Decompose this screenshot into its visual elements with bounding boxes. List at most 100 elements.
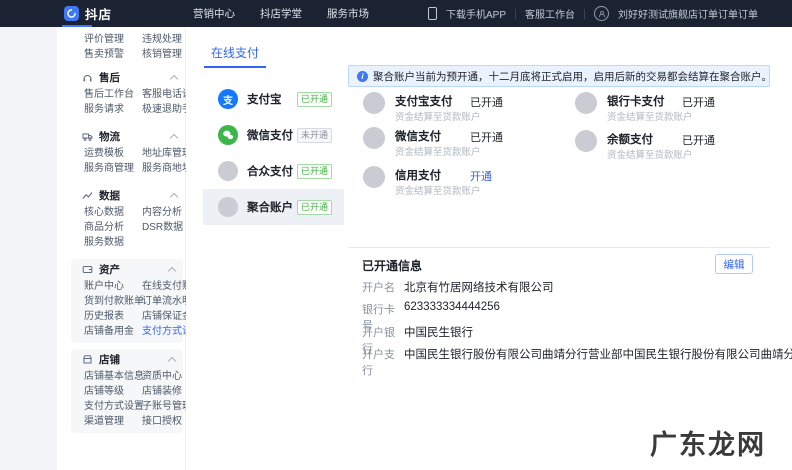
info-label: 开户名 — [362, 282, 395, 294]
top-navbar: 抖店 营销中心 抖店学堂 服务市场 下载手机APP 客服工作台 刘好好测试旗舰店… — [0, 0, 792, 27]
avatar — [594, 6, 609, 21]
method-row-aggregate-selected[interactable]: 聚合账户 已开通 — [203, 189, 344, 225]
section-divider — [348, 247, 770, 248]
method-name: 合众支付 — [247, 166, 293, 178]
channel-cell-balance: 余额支付 资金结算至货款账户 已开通 — [575, 130, 775, 162]
method-name: 聚合账户 — [247, 202, 293, 214]
nav-item-academy[interactable]: 抖店学堂 — [260, 6, 302, 21]
sidebar-item-fast-refund[interactable]: 极速退助手 — [142, 100, 192, 115]
channel-name: 银行卡支付 — [607, 96, 665, 108]
sidebar-item-sale-warning[interactable]: 售卖预警 — [84, 45, 142, 60]
status-badge: 已开通 — [297, 163, 333, 179]
sidebar-item-sub-account[interactable]: 子账号管理 — [142, 397, 192, 412]
info-icon: i — [357, 70, 368, 82]
method-row-wechat[interactable]: 微信支付 未开通 — [203, 117, 344, 153]
sidebar-item-qualification-center[interactable]: 资质中心 — [142, 367, 182, 382]
sidebar-item-content-analysis[interactable]: 内容分析 — [142, 203, 182, 218]
sidebar-item-violation[interactable]: 违规处理 — [142, 30, 182, 45]
brand-logo[interactable]: 抖店 — [64, 0, 112, 27]
sidebar-row: 支付方式设置 子账号管理 — [71, 397, 192, 412]
sidebar-item-cod-bill[interactable]: 货到付款账单 — [84, 292, 144, 307]
sidebar-item-product-analysis[interactable]: 商品分析 — [84, 218, 142, 233]
sidebar-item-shop-decoration[interactable]: 店铺装修 — [142, 382, 182, 397]
status-badge: 已开通 — [297, 91, 333, 107]
nav-item-marketing[interactable]: 营销中心 — [193, 6, 235, 21]
channel-cell-credit: 信用支付 资金结算至货款账户 开通 — [363, 166, 563, 198]
sidebar-item-account-center[interactable]: 账户中心 — [84, 277, 142, 292]
wechat-icon — [218, 125, 238, 145]
info-value: 中国民生银行 — [404, 327, 473, 339]
method-row-alipay[interactable]: 支 支付宝 已开通 — [203, 81, 344, 117]
sidebar-item-verify-manage[interactable]: 核销管理 — [142, 45, 182, 60]
hezhong-pay-icon — [218, 161, 238, 181]
section-title: 店铺 — [99, 353, 120, 366]
chevron-up-icon[interactable] — [169, 133, 179, 143]
sidebar-item-review-manage[interactable]: 评价管理 — [84, 30, 142, 45]
sidebar-row: 渠道管理 接口授权 — [71, 412, 183, 427]
data-icon — [82, 191, 93, 199]
channel-status: 已开通 — [470, 97, 503, 109]
status-badge: 未开通 — [297, 127, 333, 143]
chevron-up-icon[interactable] — [169, 74, 179, 84]
chevron-up-icon[interactable] — [167, 266, 177, 276]
sidebar-item-reserve-fund[interactable]: 店铺备用金 — [84, 322, 142, 337]
channel-desc: 资金结算至货款账户 — [607, 150, 693, 161]
sidebar-section-assets[interactable]: 资产 — [71, 261, 183, 277]
status-badge: 已开通 — [297, 199, 333, 215]
sidebar-item-dsr-data[interactable]: DSR数据 — [142, 218, 183, 233]
alipay-icon: 支 — [218, 89, 238, 109]
phone-icon — [427, 7, 437, 20]
download-app-link[interactable]: 下载手机APP — [446, 6, 506, 21]
sidebar-item-address-lib[interactable]: 地址库管理 — [142, 144, 192, 159]
account-name[interactable]: 刘好好测试旗舰店订单订单订单 — [618, 6, 758, 21]
sidebar-item-channel-manage[interactable]: 渠道管理 — [84, 412, 142, 427]
sidebar-row: 运费模板 地址库管理 — [57, 144, 192, 159]
sidebar-item-provider-manage[interactable]: 服务商管理 — [84, 159, 142, 174]
channel-name: 信用支付 — [395, 170, 441, 182]
section-title: 售后 — [99, 71, 120, 84]
channel-icon — [575, 130, 597, 152]
sidebar-item-provider-address[interactable]: 服务商地址 — [142, 159, 192, 174]
sidebar-item-shop-level[interactable]: 店铺等级 — [84, 382, 142, 397]
sidebar-item-payment-method-settings[interactable]: 支付方式设置 — [84, 397, 144, 412]
info-value: 623333334444256 — [404, 301, 500, 313]
sidebar-section-shop[interactable]: 店铺 — [71, 351, 183, 367]
nav-divider — [515, 8, 516, 19]
chevron-up-icon[interactable] — [169, 192, 179, 202]
info-row-branch: 开户支行 中国民生银行股份有限公司曲靖分行营业部中国民生银行股份有限公司曲靖分行… — [362, 346, 792, 378]
channel-desc: 资金结算至货款账户 — [395, 147, 481, 158]
sidebar-item-shop-basic-info[interactable]: 店铺基本信息 — [84, 367, 144, 382]
sidebar-section-aftersale[interactable]: 售后 — [57, 69, 185, 85]
sidebar-row: 店铺基本信息 资质中心 — [71, 367, 183, 382]
sidebar-item-service-data[interactable]: 服务数据 — [84, 233, 142, 248]
notice-banner: i 聚合账户当前为预开通，十二月底将正式启用，启用后新的交易都会结算在聚合账户。 — [348, 65, 772, 87]
chevron-up-icon[interactable] — [167, 356, 177, 366]
channel-icon — [363, 92, 385, 114]
info-value: 北京有竹居网络技术有限公司 — [404, 282, 554, 294]
method-name: 微信支付 — [247, 130, 293, 142]
sidebar-item-service-request[interactable]: 服务请求 — [84, 100, 142, 115]
edit-button[interactable]: 编辑 — [715, 254, 753, 274]
nav-item-market[interactable]: 服务市场 — [327, 6, 369, 21]
sidebar-item-api-auth[interactable]: 接口授权 — [142, 412, 182, 427]
shop-icon — [83, 354, 92, 363]
sidebar-item-freight-template[interactable]: 运费模板 — [84, 144, 142, 159]
brand-name: 抖店 — [85, 8, 113, 22]
channel-icon — [363, 166, 385, 188]
channel-cell-bankcard: 银行卡支付 资金结算至货款账户 已开通 — [575, 92, 775, 124]
notice-text: 聚合账户当前为预开通，十二月底将正式启用，启用后新的交易都会结算在聚合账户。 — [373, 70, 772, 83]
sidebar-item-history-report[interactable]: 历史报表 — [84, 307, 142, 322]
sidebar-panel-shop: 店铺 店铺基本信息 资质中心 店铺等级 店铺装修 支付方式设置 子账号管理 渠道… — [71, 349, 192, 433]
sidebar-item-deposit[interactable]: 店铺保证金 — [142, 307, 192, 322]
sidebar-item-aftersale-workbench[interactable]: 售后工作台 — [84, 85, 142, 100]
channel-icon — [363, 127, 385, 149]
sidebar-item-core-data[interactable]: 核心数据 — [84, 203, 142, 218]
tab-online-payment[interactable]: 在线支付 — [205, 44, 265, 61]
sidebar-row: 店铺等级 店铺装修 — [71, 382, 183, 397]
opened-info-title: 已开通信息 — [362, 259, 423, 273]
open-credit-link[interactable]: 开通 — [470, 168, 492, 184]
method-row-hezhong[interactable]: 合众支付 已开通 — [203, 153, 344, 189]
workbench-link[interactable]: 客服工作台 — [525, 6, 575, 21]
sidebar-section-logistics[interactable]: 物流 — [57, 128, 185, 144]
sidebar-section-data[interactable]: 数据 — [57, 187, 185, 203]
